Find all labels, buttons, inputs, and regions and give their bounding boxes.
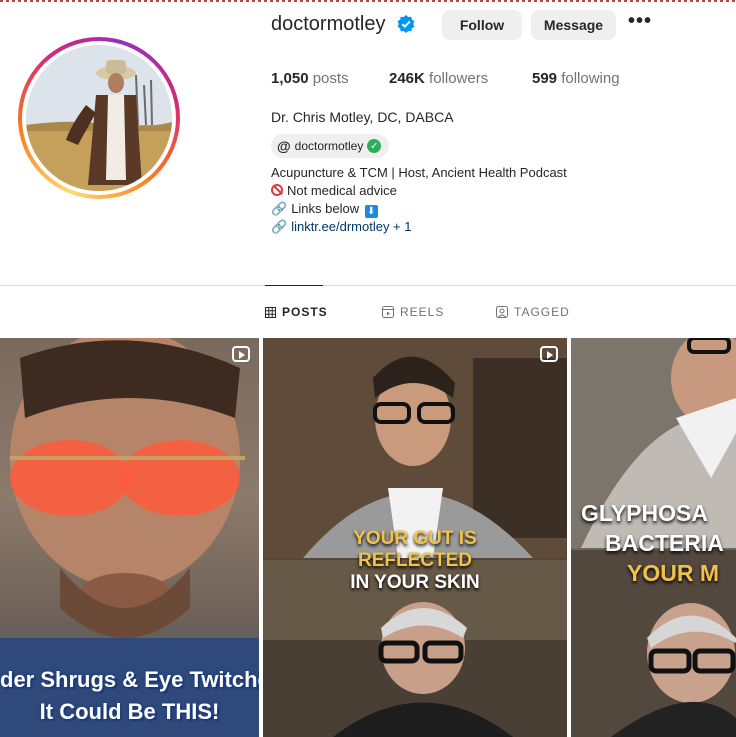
down-arrow-icon: ⬇ bbox=[364, 205, 378, 218]
following-count-label: following bbox=[561, 70, 620, 87]
message-button[interactable]: Message bbox=[531, 10, 616, 40]
threads-badge[interactable]: @ doctormotley ✓ bbox=[271, 134, 390, 158]
caption-line: YOUR M bbox=[627, 560, 719, 586]
active-tab-indicator bbox=[265, 285, 323, 286]
tab-tagged-label: TAGGED bbox=[514, 305, 570, 319]
bio-links-text: Links below bbox=[291, 201, 360, 216]
followers-count-value: 246K bbox=[389, 70, 425, 87]
tab-posts[interactable]: POSTS bbox=[265, 305, 328, 319]
profile-full-name: Dr. Chris Motley, DC, DABCA bbox=[271, 109, 454, 125]
post-tile[interactable]: YOUR GUT IS REFLECTED IN YOUR SKIN bbox=[263, 338, 567, 737]
posts-count-label: posts bbox=[312, 70, 349, 87]
bio-line-links: 🔗 Links below ⬇ bbox=[271, 201, 378, 218]
external-link-text: linktr.ee/drmotley + 1 bbox=[291, 219, 412, 234]
followers-count[interactable]: 246K followers bbox=[389, 70, 488, 87]
reels-icon bbox=[382, 306, 394, 318]
post-tile[interactable]: der Shrugs & Eye Twitches It Could Be TH… bbox=[0, 338, 259, 737]
tabs-divider bbox=[0, 285, 736, 286]
caption-line: BACTERIA bbox=[605, 530, 724, 556]
post-caption: YOUR GUT IS REFLECTED IN YOUR SKIN bbox=[263, 528, 567, 594]
post-caption: GLYPHOSA BACTERIA YOUR M bbox=[581, 498, 736, 588]
avatar-photo bbox=[26, 45, 172, 191]
bio-line-disclaimer: Not medical advice bbox=[271, 183, 397, 198]
verified-badge-icon bbox=[397, 15, 415, 33]
follow-button[interactable]: Follow bbox=[442, 10, 522, 40]
caption-line: IN YOUR SKIN bbox=[350, 572, 480, 593]
threads-icon: @ bbox=[277, 138, 291, 154]
tagged-icon bbox=[496, 306, 508, 318]
caption-line: YOUR GUT IS bbox=[353, 528, 477, 549]
following-count[interactable]: 599 following bbox=[532, 70, 620, 87]
profile-username: doctormotley bbox=[271, 13, 386, 35]
top-dashed-border bbox=[0, 0, 736, 2]
posts-count-value: 1,050 bbox=[271, 70, 309, 87]
caption-line: GLYPHOSA bbox=[581, 500, 708, 526]
post-caption: der Shrugs & Eye Twitches It Could Be TH… bbox=[0, 664, 259, 728]
prohibited-icon bbox=[271, 184, 283, 196]
bio-external-link[interactable]: 🔗 linktr.ee/drmotley + 1 bbox=[271, 219, 412, 235]
bio-disclaimer-text: Not medical advice bbox=[287, 183, 397, 198]
link-icon: 🔗 bbox=[271, 201, 288, 216]
posts-count: 1,050 posts bbox=[271, 70, 349, 87]
post-tile[interactable]: GLYPHOSA BACTERIA YOUR M bbox=[571, 338, 736, 737]
tab-reels[interactable]: REELS bbox=[382, 305, 444, 319]
avatar bbox=[26, 45, 172, 191]
tab-tagged[interactable]: TAGGED bbox=[496, 305, 570, 319]
threads-check-icon: ✓ bbox=[367, 139, 382, 153]
avatar-story-ring[interactable] bbox=[18, 37, 180, 199]
followers-count-label: followers bbox=[429, 70, 489, 87]
following-count-value: 599 bbox=[532, 70, 558, 87]
tab-reels-label: REELS bbox=[400, 305, 445, 319]
caption-line: REFLECTED bbox=[358, 550, 472, 571]
grid-icon bbox=[265, 306, 276, 318]
caption-line: der Shrugs & Eye Twitches bbox=[0, 667, 259, 692]
more-options-icon[interactable]: ••• bbox=[628, 11, 652, 34]
reel-indicator-icon bbox=[540, 346, 558, 362]
reel-indicator-icon bbox=[232, 346, 250, 362]
tab-posts-label: POSTS bbox=[282, 305, 328, 319]
link-icon: 🔗 bbox=[271, 219, 288, 234]
bio-line: Acupuncture & TCM | Host, Ancient Health… bbox=[271, 165, 567, 180]
threads-handle: doctormotley bbox=[294, 139, 364, 153]
caption-line: It Could Be THIS! bbox=[39, 699, 220, 724]
